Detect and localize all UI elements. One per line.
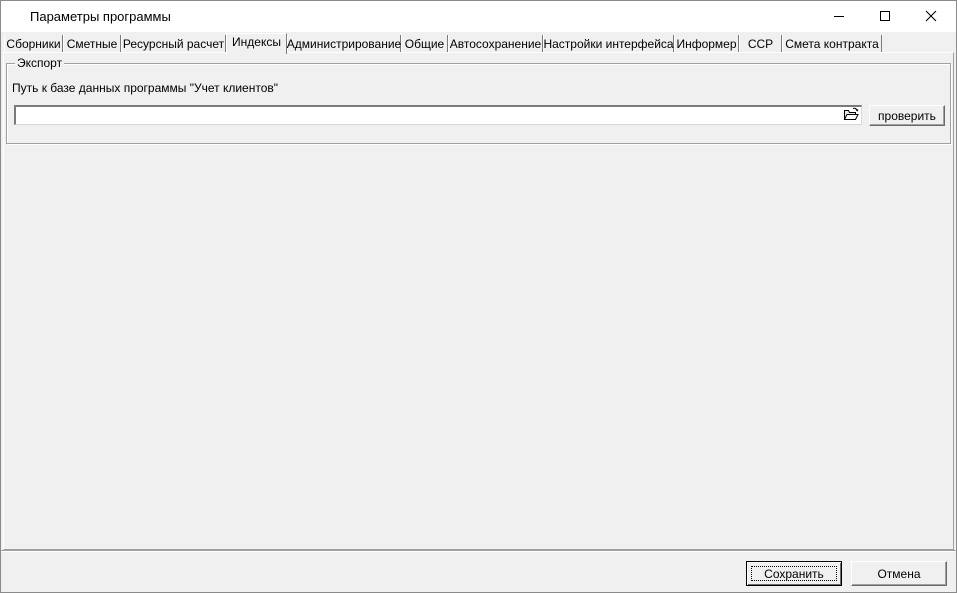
tab-strip: Сборники Сметные Ресурсный расчет Индекс… [4, 33, 954, 54]
tab-smeta-kontrakta[interactable]: Смета контракта [782, 35, 882, 53]
check-button[interactable]: проверить [869, 105, 945, 126]
tab-avtosokhranenie[interactable]: Автосохранение [448, 35, 543, 53]
db-path-input[interactable] [14, 105, 862, 125]
maximize-button[interactable] [862, 1, 908, 31]
dialog-window: Параметры программы Сборники Сметные Рес… [0, 0, 957, 593]
tab-sborniki[interactable]: Сборники [4, 35, 63, 53]
window-title: Параметры программы [30, 9, 171, 24]
tab-nastroyki-interfeysa[interactable]: Настройки интерфейса [543, 35, 674, 53]
maximize-icon [879, 10, 891, 22]
minimize-icon [833, 10, 845, 22]
browse-button[interactable] [842, 107, 860, 123]
close-icon [925, 10, 937, 22]
tab-ssr[interactable]: ССР [739, 35, 782, 53]
tab-administrirovanie[interactable]: Администрирование [287, 35, 401, 53]
cancel-button[interactable]: Отмена [851, 561, 947, 586]
tab-resursny-raschet[interactable]: Ресурсный расчет [121, 35, 226, 53]
close-button[interactable] [908, 1, 954, 31]
db-path-label: Путь к базе данных программы "Учет клиен… [12, 81, 279, 95]
app-icon [11, 9, 23, 23]
bottom-separator [1, 550, 956, 552]
export-group-title: Экспорт [15, 56, 65, 70]
save-button[interactable]: Сохранить [746, 561, 842, 586]
minimize-button[interactable] [816, 1, 862, 31]
focus-rect [751, 566, 837, 581]
tab-obshchie[interactable]: Общие [401, 35, 448, 53]
tab-page-indeksy: Экспорт Путь к базе данных программы "Уч… [3, 52, 954, 550]
tab-smetnye[interactable]: Сметные [63, 35, 121, 53]
export-groupbox: Экспорт Путь к базе данных программы "Уч… [6, 56, 951, 144]
tab-indeksy[interactable]: Индексы [226, 33, 287, 54]
folder-open-icon [843, 107, 859, 124]
title-bar[interactable]: Параметры программы [1, 1, 956, 32]
tab-informer[interactable]: Информер [674, 35, 739, 53]
